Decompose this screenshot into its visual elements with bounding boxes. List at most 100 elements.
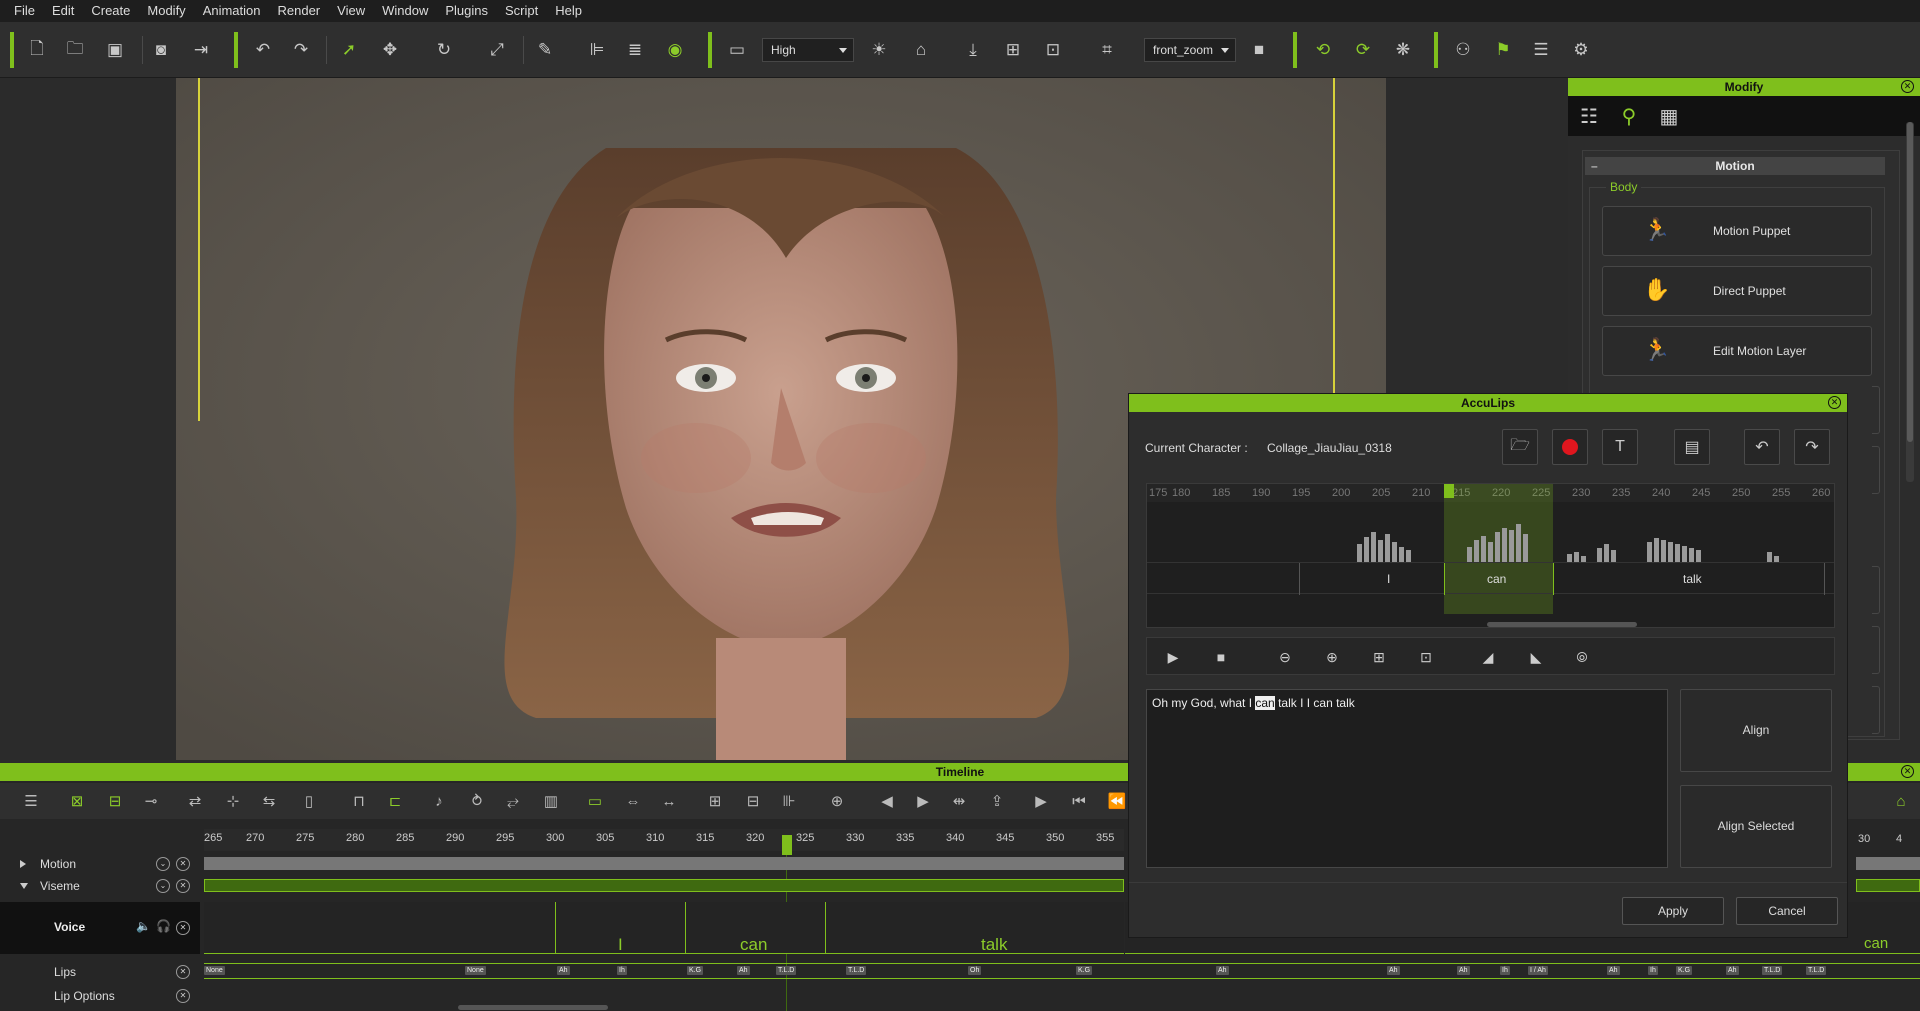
viseme-key[interactable]: Ah: [1607, 966, 1620, 975]
quality-dropdown[interactable]: High: [762, 38, 854, 62]
undo-icon[interactable]: ↶: [1744, 429, 1780, 465]
note-icon[interactable]: ♪: [428, 790, 450, 812]
waveform-playhead[interactable]: [1444, 484, 1454, 498]
scale-time-icon[interactable]: ↔: [658, 790, 680, 812]
track-remove-icon[interactable]: ✕: [176, 857, 190, 871]
scale-icon[interactable]: ⤢: [484, 37, 510, 63]
track-motion[interactable]: Motion ⌄ ✕: [0, 853, 200, 875]
modify-scrollbar[interactable]: [1906, 122, 1914, 482]
hair-icon[interactable]: ❋: [1390, 37, 1416, 63]
viseme-key[interactable]: T.L.D: [846, 966, 867, 975]
menu-animation[interactable]: Animation: [195, 0, 270, 22]
viseme-key[interactable]: Oh: [968, 966, 982, 975]
transcript-input[interactable]: Oh my God, what I can talk I I can talk: [1146, 689, 1668, 868]
capture-icon[interactable]: ⦾: [1571, 646, 1593, 668]
menu-view[interactable]: View: [329, 0, 374, 22]
track-viseme[interactable]: Viseme ⌄ ✕: [0, 875, 200, 897]
viseme-key[interactable]: Ih: [1648, 966, 1658, 975]
motion-track-bar[interactable]: [1856, 857, 1920, 870]
expand-icon[interactable]: [20, 860, 26, 868]
project-settings-icon[interactable]: ◙: [148, 37, 174, 63]
key-icon[interactable]: ⊠: [66, 790, 88, 812]
viseme-key[interactable]: Ih: [617, 966, 627, 975]
motion-track-bar[interactable]: [204, 857, 1124, 870]
menu-help[interactable]: Help: [547, 0, 591, 22]
loop-icon[interactable]: ⥁: [466, 790, 488, 812]
play-icon[interactable]: ▶: [1030, 790, 1052, 812]
characters-icon[interactable]: ⚇: [1450, 37, 1476, 63]
eye-icon[interactable]: ◉: [662, 37, 688, 63]
zoom-in-icon[interactable]: ⊕: [826, 790, 848, 812]
export-icon[interactable]: ⇥: [188, 37, 214, 63]
track-voice[interactable]: Voice 🔈 🎧 ✕: [0, 902, 200, 954]
hidden-button[interactable]: [1872, 386, 1880, 434]
menu-create[interactable]: Create: [83, 0, 139, 22]
visibility-icon[interactable]: ⊸: [140, 790, 162, 812]
edit-motion-layer-button[interactable]: 🏃 Edit Motion Layer: [1602, 326, 1872, 376]
track-option-icon[interactable]: ⌄: [156, 857, 170, 871]
waveform-word[interactable]: talk: [1683, 572, 1702, 586]
track-remove-icon[interactable]: ✕: [176, 965, 190, 979]
new-file-icon[interactable]: 🗋: [24, 37, 50, 63]
motion-puppet-button[interactable]: 🏃 Motion Puppet: [1602, 206, 1872, 256]
frame-icon[interactable]: ⊞: [1000, 37, 1026, 63]
close-icon[interactable]: ✕: [1901, 765, 1914, 778]
snap-left-icon[interactable]: ◢: [1477, 646, 1499, 668]
tab-material-icon[interactable]: ▦: [1652, 100, 1686, 132]
viseme-track-bar[interactable]: [204, 879, 1124, 892]
tab-motion-icon[interactable]: ⚲: [1612, 100, 1646, 132]
viseme-key[interactable]: Ah: [737, 966, 750, 975]
save-icon[interactable]: ▣: [102, 37, 128, 63]
waveform-scrollbar[interactable]: [1487, 622, 1637, 627]
remove-frame-icon[interactable]: ⊟: [742, 790, 764, 812]
viseme-key[interactable]: T.L.D: [1762, 966, 1783, 975]
headphones-icon[interactable]: 🎧: [156, 919, 171, 933]
waveform-word[interactable]: I: [1387, 572, 1390, 586]
stop-icon[interactable]: ■: [1210, 646, 1232, 668]
open-folder-icon[interactable]: 🗀: [62, 37, 88, 63]
timeline-scrollbar[interactable]: [458, 1005, 608, 1010]
hidden-button[interactable]: [1872, 626, 1880, 674]
track-lips[interactable]: Lips ✕: [0, 961, 200, 983]
options-icon[interactable]: ⌂: [1890, 790, 1912, 812]
viseme-key[interactable]: K.G: [1076, 966, 1093, 975]
home-icon[interactable]: ⌂: [908, 37, 934, 63]
hidden-button[interactable]: [1872, 446, 1880, 494]
track-list-icon[interactable]: ☰: [20, 790, 42, 812]
camera-dropdown[interactable]: front_zoom: [1144, 38, 1236, 62]
mirror-icon[interactable]: ⊓: [348, 790, 370, 812]
layer-icon[interactable]: ⊟: [104, 790, 126, 812]
zoom-fit-icon[interactable]: ⊡: [1415, 646, 1437, 668]
rotate-icon[interactable]: ↻: [431, 37, 457, 63]
apply-button[interactable]: Apply: [1622, 897, 1724, 925]
goto-start-icon[interactable]: ⏮: [1068, 790, 1090, 812]
viseme-key[interactable]: Ah: [1387, 966, 1400, 975]
lips-track-bar[interactable]: [204, 963, 1920, 979]
snap-right-icon[interactable]: ◣: [1525, 646, 1547, 668]
import-icon[interactable]: ▤: [1674, 429, 1710, 465]
menu-render[interactable]: Render: [270, 0, 330, 22]
waveform-editor[interactable]: 175 180 185 190 195 200 205 210 215 220 …: [1146, 483, 1835, 628]
viseme-key[interactable]: Ah: [1216, 966, 1229, 975]
track-option-icon[interactable]: ⌄: [156, 879, 170, 893]
align-selected-button[interactable]: Align Selected: [1680, 785, 1832, 868]
track-lip-options[interactable]: Lip Options ✕: [0, 985, 200, 1007]
collapse-icon[interactable]: –: [1591, 157, 1598, 175]
zoom-selection-icon[interactable]: ⊞: [1368, 646, 1390, 668]
distribute-icon[interactable]: ≣: [622, 37, 648, 63]
load-audio-icon[interactable]: 🗁: [1502, 429, 1538, 465]
viseme-key[interactable]: K.G: [1676, 966, 1693, 975]
viseme-key[interactable]: None: [204, 966, 225, 975]
viseme-key[interactable]: Ih: [1500, 966, 1510, 975]
flag-icon[interactable]: ⚑: [1490, 37, 1516, 63]
list-icon[interactable]: ☰: [1528, 37, 1554, 63]
waveform-word[interactable]: can: [1487, 572, 1506, 586]
tab-attributes-icon[interactable]: ☷: [1572, 100, 1606, 132]
menu-edit[interactable]: Edit: [44, 0, 83, 22]
add-frame-icon[interactable]: ⊞: [704, 790, 726, 812]
align-icon[interactable]: ⊫: [584, 37, 610, 63]
close-icon[interactable]: ✕: [1828, 396, 1841, 409]
fit-range-icon[interactable]: ⇹: [948, 790, 970, 812]
fit-icon[interactable]: ⊏: [384, 790, 406, 812]
voice-word[interactable]: talk: [981, 935, 1007, 955]
